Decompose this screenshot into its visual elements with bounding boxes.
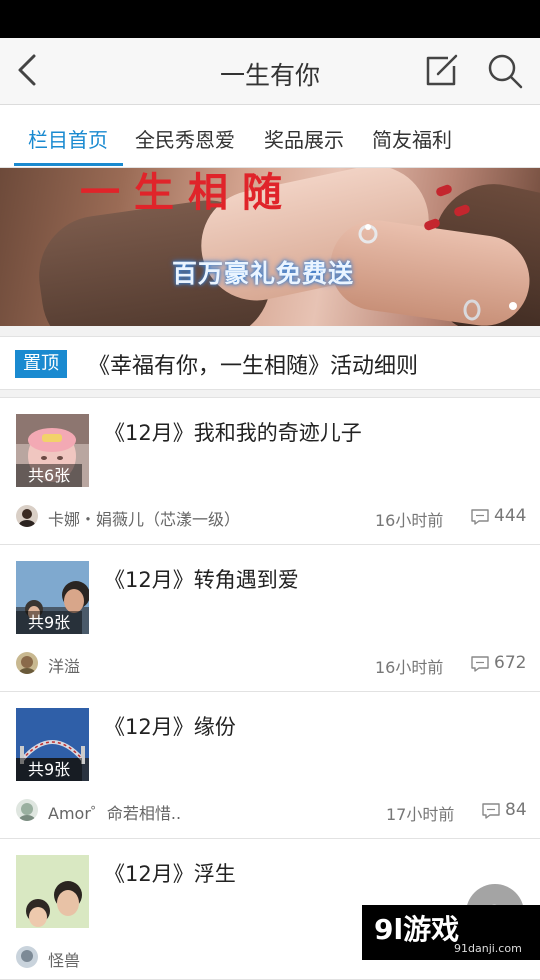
banner-slogan: 百万豪礼免费送 — [172, 259, 355, 288]
photo-count: 共6张 — [16, 464, 83, 487]
ring-icon — [463, 299, 481, 321]
post-title[interactable]: 《12月》浮生 — [104, 858, 236, 888]
post-item[interactable]: 共9张 《12月》转角遇到爱 洋溢 16小时前 672 — [0, 544, 540, 692]
search-icon[interactable] — [486, 52, 524, 90]
comment-count: 444 — [494, 506, 527, 526]
carousel-dot — [509, 302, 517, 310]
avatar[interactable] — [16, 505, 38, 527]
tab-bar: 栏目首页 全民秀恩爱 奖品展示 简友福利 — [0, 105, 540, 168]
post-item[interactable]: 共6张 《12月》我和我的奇迹儿子 卡娜・娟薇儿（芯漾一级） 16小时前 444 — [0, 397, 540, 545]
top-nav-bar: 一生有你 — [0, 38, 540, 105]
avatar[interactable] — [16, 946, 38, 968]
banner-heading: 一生相随 — [80, 169, 296, 216]
friends-photo — [16, 855, 89, 928]
post-thumbnail[interactable]: 共6张 — [16, 414, 89, 487]
tab-prizes[interactable]: 奖品展示 — [264, 124, 344, 153]
post-title[interactable]: 《12月》转角遇到爱 — [104, 564, 299, 594]
post-thumbnail[interactable]: 共9张 — [16, 561, 89, 634]
post-thumbnail[interactable] — [16, 855, 89, 928]
post-author[interactable]: Amor゜命若相惜.. — [48, 800, 181, 824]
photo-count: 共9张 — [16, 611, 83, 634]
post-author[interactable]: 洋溢 — [48, 653, 80, 677]
tab-benefits[interactable]: 简友福利 — [372, 124, 452, 153]
post-time: 17小时前 — [386, 805, 455, 824]
post-time: 16小时前 — [375, 658, 444, 677]
photo-count: 共9张 — [16, 758, 83, 781]
post-author[interactable]: 卡娜・娟薇儿（芯漾一级） — [48, 506, 240, 530]
avatar[interactable] — [16, 799, 38, 821]
tab-show-love[interactable]: 全民秀恩爱 — [135, 124, 235, 153]
post-title[interactable]: 《12月》我和我的奇迹儿子 — [104, 417, 362, 447]
post-title[interactable]: 《12月》缘份 — [104, 711, 236, 741]
post-item[interactable]: 共9张 《12月》缘份 Amor゜命若相惜.. 17小时前 84 — [0, 691, 540, 839]
watermark-logo: 9l游戏 — [374, 913, 460, 946]
compose-icon[interactable] — [422, 52, 460, 90]
post-time: 16小时前 — [375, 511, 444, 530]
ring-icon — [358, 224, 378, 244]
tab-home[interactable]: 栏目首页 — [28, 124, 108, 153]
comment-count: 672 — [494, 653, 527, 673]
comment-count: 84 — [505, 800, 527, 820]
comment-icon — [471, 656, 489, 672]
status-bar — [0, 0, 540, 38]
active-tab-indicator — [14, 163, 123, 166]
promo-banner[interactable]: 一生相随 百万豪礼免费送 — [0, 168, 540, 326]
site-watermark: 9l游戏 91danji.com — [362, 905, 540, 960]
pinned-post[interactable]: 置顶 《幸福有你，一生相随》活动细则 — [0, 336, 540, 390]
comment-icon — [482, 803, 500, 819]
watermark-site: 91danji.com — [454, 942, 522, 955]
comment-icon — [471, 509, 489, 525]
banner-photo-nail — [434, 183, 454, 198]
post-author[interactable]: 怪兽 — [48, 947, 80, 971]
post-thumbnail[interactable]: 共9张 — [16, 708, 89, 781]
pinned-badge: 置顶 — [15, 350, 67, 378]
pinned-title[interactable]: 《幸福有你，一生相随》活动细则 — [88, 348, 418, 380]
avatar[interactable] — [16, 652, 38, 674]
